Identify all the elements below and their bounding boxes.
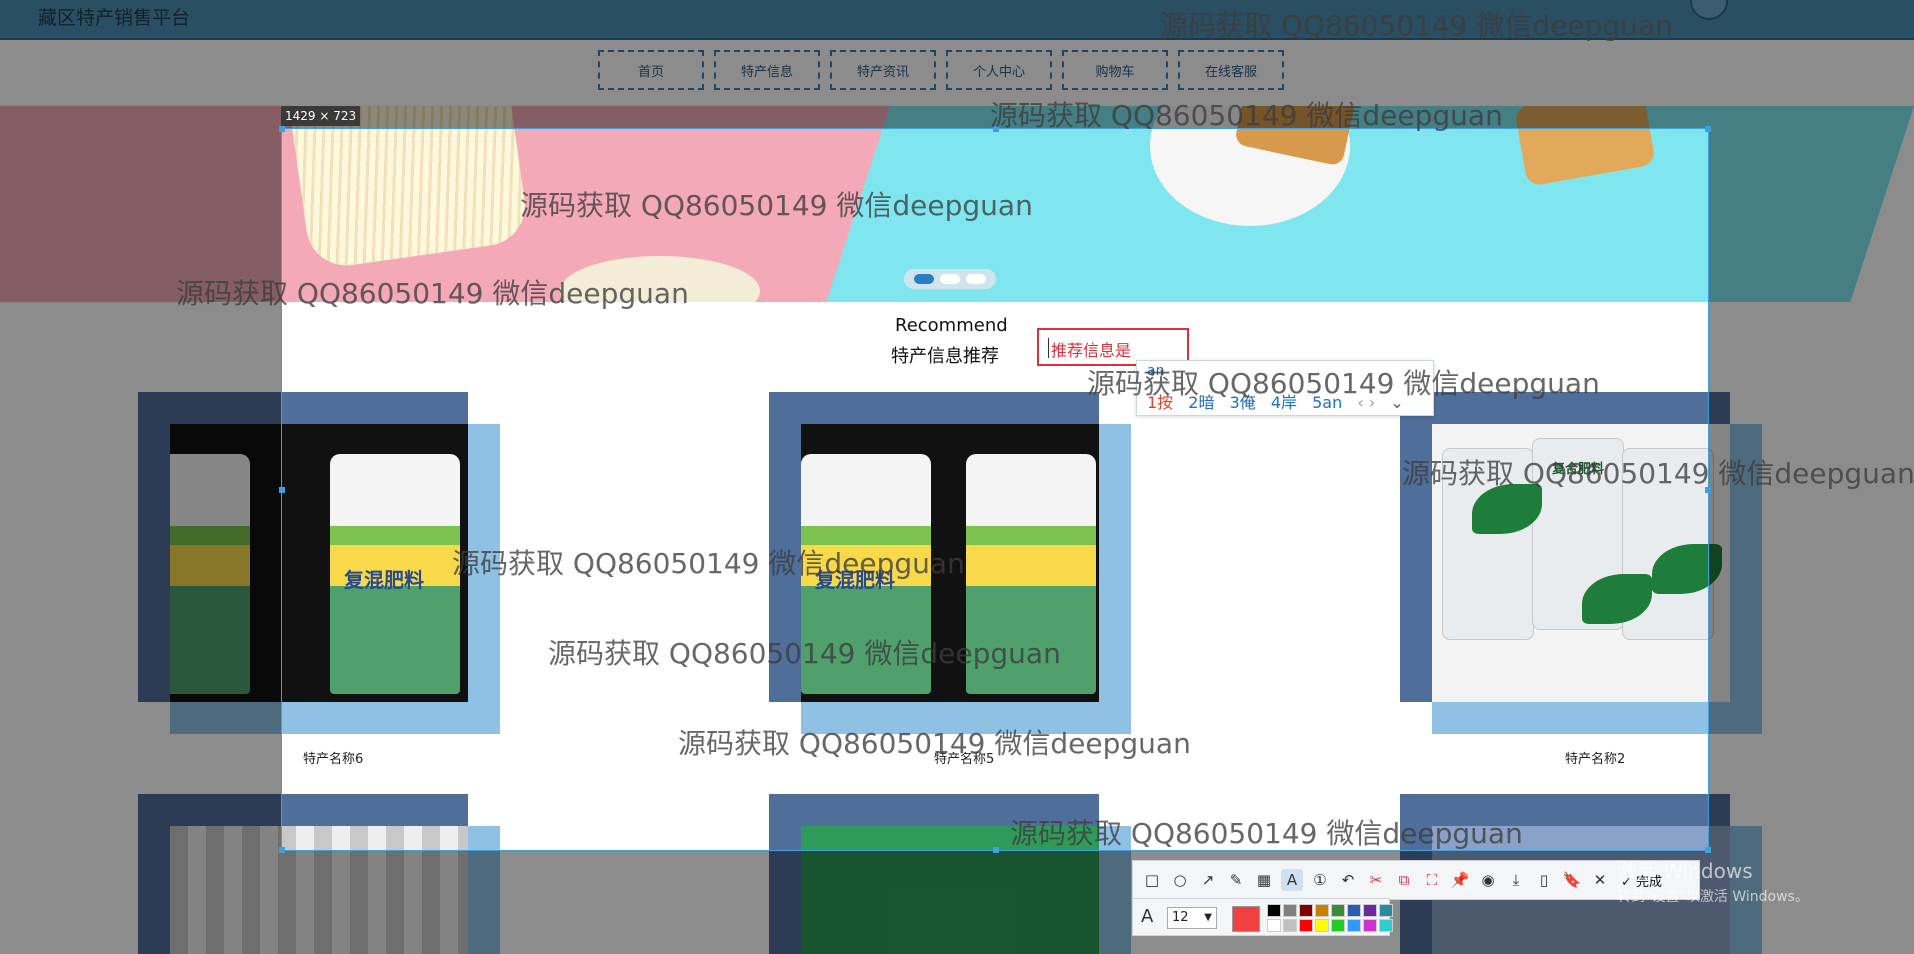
- pen-tool-icon[interactable]: ✎: [1225, 869, 1247, 891]
- capture-toolbar: □ ○ ↗ ✎ ▦ A ① ↶ ✂ ⧉ ⛶ 📌 ◉ ⤓ ▯ 🔖 ✕ ✓ 完成: [1132, 860, 1700, 900]
- bookmark-icon[interactable]: 🔖: [1561, 869, 1583, 891]
- color-palette: [1267, 904, 1393, 932]
- chevron-down-icon: ▼: [1204, 912, 1212, 923]
- watermark: 源码获取 QQ86050149 微信deepguan: [1010, 817, 1523, 850]
- resize-handle[interactable]: [1705, 847, 1711, 853]
- download-icon[interactable]: ⤓: [1505, 869, 1527, 891]
- watermark: 源码获取 QQ86050149 微信deepguan: [548, 637, 1061, 670]
- undo-icon[interactable]: ↶: [1337, 869, 1359, 891]
- color-swatch[interactable]: [1379, 904, 1393, 917]
- activation-title: 激活 Windows: [1617, 859, 1753, 883]
- font-size-select[interactable]: 12 ▼: [1167, 907, 1217, 929]
- resize-handle[interactable]: [993, 847, 999, 853]
- watermark: 源码获取 QQ86050149 微信deepguan: [1087, 367, 1600, 400]
- color-swatch[interactable]: [1315, 904, 1329, 917]
- font-icon: A: [1141, 906, 1154, 927]
- color-swatch[interactable]: [1283, 919, 1297, 932]
- watermark: 源码获取 QQ86050149 微信deepguan: [990, 99, 1503, 132]
- pin-icon[interactable]: 📌: [1449, 869, 1471, 891]
- color-swatch[interactable]: [1283, 904, 1297, 917]
- number-tool-icon[interactable]: ①: [1309, 869, 1331, 891]
- close-icon[interactable]: ✕: [1589, 869, 1611, 891]
- current-color-swatch[interactable]: [1232, 906, 1260, 932]
- resize-handle[interactable]: [279, 847, 285, 853]
- mosaic-tool-icon[interactable]: ▦: [1253, 869, 1275, 891]
- scan-icon[interactable]: ⛶: [1421, 869, 1443, 891]
- color-swatch[interactable]: [1315, 919, 1329, 932]
- color-swatch[interactable]: [1267, 904, 1281, 917]
- watermark: 源码获取 QQ86050149 微信deepguan: [678, 727, 1191, 760]
- color-swatch[interactable]: [1347, 904, 1361, 917]
- watermark: 源码获取 QQ86050149 微信deepguan: [520, 189, 1033, 222]
- color-swatch[interactable]: [1347, 919, 1361, 932]
- arrow-tool-icon[interactable]: ↗: [1197, 869, 1219, 891]
- activation-subtitle: 转到"设置"以激活 Windows。: [1617, 889, 1809, 905]
- color-swatch[interactable]: [1299, 904, 1313, 917]
- font-size-value: 12: [1172, 910, 1189, 925]
- capture-dim-left: [0, 128, 281, 851]
- ellipse-tool-icon[interactable]: ○: [1169, 869, 1191, 891]
- rectangle-tool-icon[interactable]: □: [1141, 869, 1163, 891]
- text-style-bar: A 12 ▼: [1132, 898, 1393, 936]
- resize-handle[interactable]: [1705, 126, 1711, 132]
- selection-size-badge: 1429 × 723: [281, 106, 361, 126]
- phone-icon[interactable]: ▯: [1533, 869, 1555, 891]
- watermark: 源码获取 QQ86050149 微信deepguan: [1160, 9, 1673, 42]
- resize-handle[interactable]: [279, 487, 285, 493]
- watermark: 源码获取 QQ86050149 微信deepguan: [1402, 457, 1914, 490]
- record-icon[interactable]: ◉: [1477, 869, 1499, 891]
- watermark: 源码获取 QQ86050149 微信deepguan: [452, 547, 965, 580]
- color-swatch[interactable]: [1331, 919, 1345, 932]
- color-swatch[interactable]: [1299, 919, 1313, 932]
- watermark: 源码获取 QQ86050149 微信deepguan: [176, 277, 689, 310]
- resize-handle[interactable]: [279, 126, 285, 132]
- text-tool-icon[interactable]: A: [1281, 869, 1303, 891]
- color-swatch[interactable]: [1363, 919, 1377, 932]
- windows-activation-notice: 激活 Windows 转到"设置"以激活 Windows。: [1617, 855, 1809, 906]
- color-swatch[interactable]: [1363, 904, 1377, 917]
- color-swatch[interactable]: [1331, 904, 1345, 917]
- ocr-icon[interactable]: ⧉: [1393, 869, 1415, 891]
- color-swatch[interactable]: [1379, 919, 1393, 932]
- color-swatch[interactable]: [1267, 919, 1281, 932]
- smart-shape-icon[interactable]: ✂: [1365, 869, 1387, 891]
